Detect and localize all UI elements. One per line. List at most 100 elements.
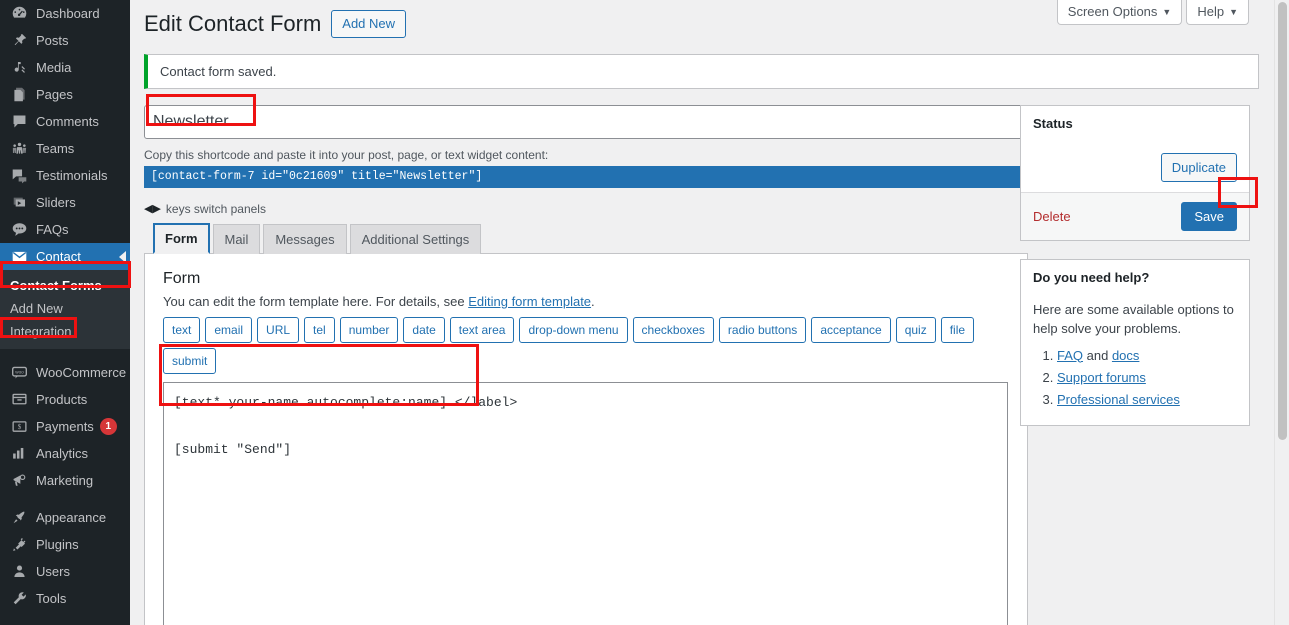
form-title-input[interactable] <box>144 104 1028 139</box>
submenu-item-integration[interactable]: Integration <box>0 320 130 343</box>
pin-icon <box>9 31 29 51</box>
sidebar-item-tools[interactable]: Tools <box>0 585 130 612</box>
keyboard-hint-label: keys switch panels <box>165 201 266 216</box>
appearance-icon <box>9 508 29 528</box>
sidebar-item-label: Testimonials <box>36 168 108 183</box>
sidebar-item-label: Products <box>36 392 88 407</box>
tab-messages[interactable]: Messages <box>263 223 347 254</box>
help-link-docs[interactable]: docs <box>1112 348 1139 363</box>
tag-button-date[interactable]: date <box>403 316 445 343</box>
sidebar-item-media[interactable]: Media <box>0 54 130 81</box>
tag-button-url[interactable]: URL <box>257 316 300 343</box>
sidebar-item-appearance[interactable]: Appearance <box>0 504 130 531</box>
admin-sidebar: Dashboard Posts Media Pages Comments Teams Tes… <box>0 0 130 625</box>
delete-link[interactable]: Delete <box>1033 209 1071 224</box>
sidebar-item-label: Tools <box>36 591 67 606</box>
form-panel-description: You can edit the form template here. For… <box>163 294 1009 309</box>
add-new-button[interactable]: Add New <box>331 10 407 39</box>
tab-form[interactable]: Form <box>153 222 210 254</box>
help-postbox-header: Do you need help? <box>1021 260 1249 289</box>
tag-button-number[interactable]: number <box>339 316 399 343</box>
editing-form-template-link[interactable]: Editing form template <box>468 294 591 309</box>
duplicate-button[interactable]: Duplicate <box>1160 152 1237 183</box>
payments-icon: $ <box>9 417 29 437</box>
sidebar-item-posts[interactable]: Posts <box>0 27 130 54</box>
comment-icon <box>9 112 29 132</box>
help-label: Help <box>1197 4 1225 19</box>
sidebar-item-label: FAQs <box>36 222 69 237</box>
sidebar-item-sliders[interactable]: Sliders <box>0 189 130 216</box>
screen-options-button[interactable]: Screen Options ▼ <box>1056 0 1183 25</box>
submenu-item-contact-forms[interactable]: Contact Forms <box>0 274 130 297</box>
menu-arrow-icon <box>119 250 126 263</box>
help-link-faq[interactable]: FAQ <box>1057 348 1083 363</box>
sidebar-item-products[interactable]: Products <box>0 386 130 413</box>
tag-button-submit[interactable]: submit <box>163 347 217 374</box>
form-desc-prefix: You can edit the form template here. For… <box>163 293 469 309</box>
page-scrollbar[interactable] <box>1274 0 1289 625</box>
sidebar-item-pages[interactable]: Pages <box>0 81 130 108</box>
shortcode-input[interactable] <box>144 165 1028 188</box>
screen-options-label: Screen Options <box>1067 4 1158 19</box>
sidebar-item-comments[interactable]: Comments <box>0 108 130 135</box>
sidebar-item-faqs[interactable]: FAQs <box>0 216 130 243</box>
sidebar-item-teams[interactable]: Teams <box>0 135 130 162</box>
help-link-separator: and <box>1083 347 1112 363</box>
postbox-container: Status Duplicate Delete Save Do you need… <box>1020 104 1250 444</box>
shortcode-description: Copy this shortcode and paste it into yo… <box>144 147 549 162</box>
tag-button-radio-buttons[interactable]: radio buttons <box>718 316 807 343</box>
status-postbox: Status Duplicate Delete Save <box>1020 104 1250 242</box>
contact-submenu: Contact Forms Add New Integration <box>0 270 130 349</box>
help-button[interactable]: Help ▼ <box>1186 0 1249 25</box>
help-heading: Do you need help? <box>1033 270 1150 286</box>
woocommerce-icon: woo <box>9 363 29 383</box>
sidebar-item-payments[interactable]: $ Payments 1 <box>0 413 130 440</box>
form-panel: Form You can edit the form template here… <box>144 253 1028 625</box>
page-scrollbar-thumb[interactable] <box>1278 2 1287 440</box>
title-wrap <box>144 104 1028 139</box>
help-link-professional-services[interactable]: Professional services <box>1057 392 1180 407</box>
tag-button-checkboxes[interactable]: checkboxes <box>632 316 714 343</box>
left-right-arrow-icon: ◀▶ <box>144 203 161 216</box>
sidebar-item-label: Payments <box>36 419 94 434</box>
media-icon <box>9 58 29 78</box>
sidebar-item-woocommerce[interactable]: woo WooCommerce <box>0 359 130 386</box>
help-link-support-forums[interactable]: Support forums <box>1057 370 1146 385</box>
sidebar-item-plugins[interactable]: Plugins <box>0 531 130 558</box>
screen-meta-links: Screen Options ▼ Help ▼ <box>1056 0 1249 25</box>
tag-button-email[interactable]: email <box>205 316 253 343</box>
sidebar-item-testimonials[interactable]: Testimonials <box>0 162 130 189</box>
marketing-icon <box>9 471 29 491</box>
users-icon <box>9 562 29 582</box>
form-template-textarea[interactable] <box>163 381 1008 625</box>
svg-text:$: $ <box>17 424 21 431</box>
sidebar-item-label: Media <box>36 60 72 75</box>
sidebar-item-analytics[interactable]: Analytics <box>0 440 130 467</box>
sidebar-item-contact[interactable]: Contact <box>0 243 130 270</box>
tag-button-acceptance[interactable]: acceptance <box>811 316 891 343</box>
tools-icon <box>9 589 29 609</box>
sidebar-item-label: Pages <box>36 87 73 102</box>
sidebar-item-label: Users <box>36 564 70 579</box>
sidebar-item-label: Analytics <box>36 446 89 461</box>
form-desc-suffix: . <box>591 293 595 309</box>
tag-button-quiz[interactable]: quiz <box>895 316 936 343</box>
submenu-item-add-new[interactable]: Add New <box>0 297 130 320</box>
tag-button-drop-down-menu[interactable]: drop-down menu <box>519 316 628 343</box>
tab-additional-settings[interactable]: Additional Settings <box>349 223 482 254</box>
envelope-icon <box>9 247 29 267</box>
tag-generator-list: text email URL tel number date text area drop-d… <box>163 316 1009 374</box>
save-button[interactable]: Save <box>1181 202 1237 232</box>
faq-icon <box>9 220 29 240</box>
plugins-icon <box>9 535 29 555</box>
tag-button-tel[interactable]: tel <box>304 316 335 343</box>
tag-button-file[interactable]: file <box>940 316 975 343</box>
sidebar-item-users[interactable]: Users <box>0 558 130 585</box>
tag-button-text-area[interactable]: text area <box>449 316 515 343</box>
tag-button-text[interactable]: text <box>163 316 201 343</box>
sidebar-item-label: Teams <box>36 141 75 156</box>
sidebar-item-marketing[interactable]: Marketing <box>0 467 130 494</box>
panel-tabs: Form Mail Messages Additional Settings <box>144 222 1028 254</box>
sidebar-item-dashboard[interactable]: Dashboard <box>0 0 130 27</box>
tab-mail[interactable]: Mail <box>212 223 261 254</box>
